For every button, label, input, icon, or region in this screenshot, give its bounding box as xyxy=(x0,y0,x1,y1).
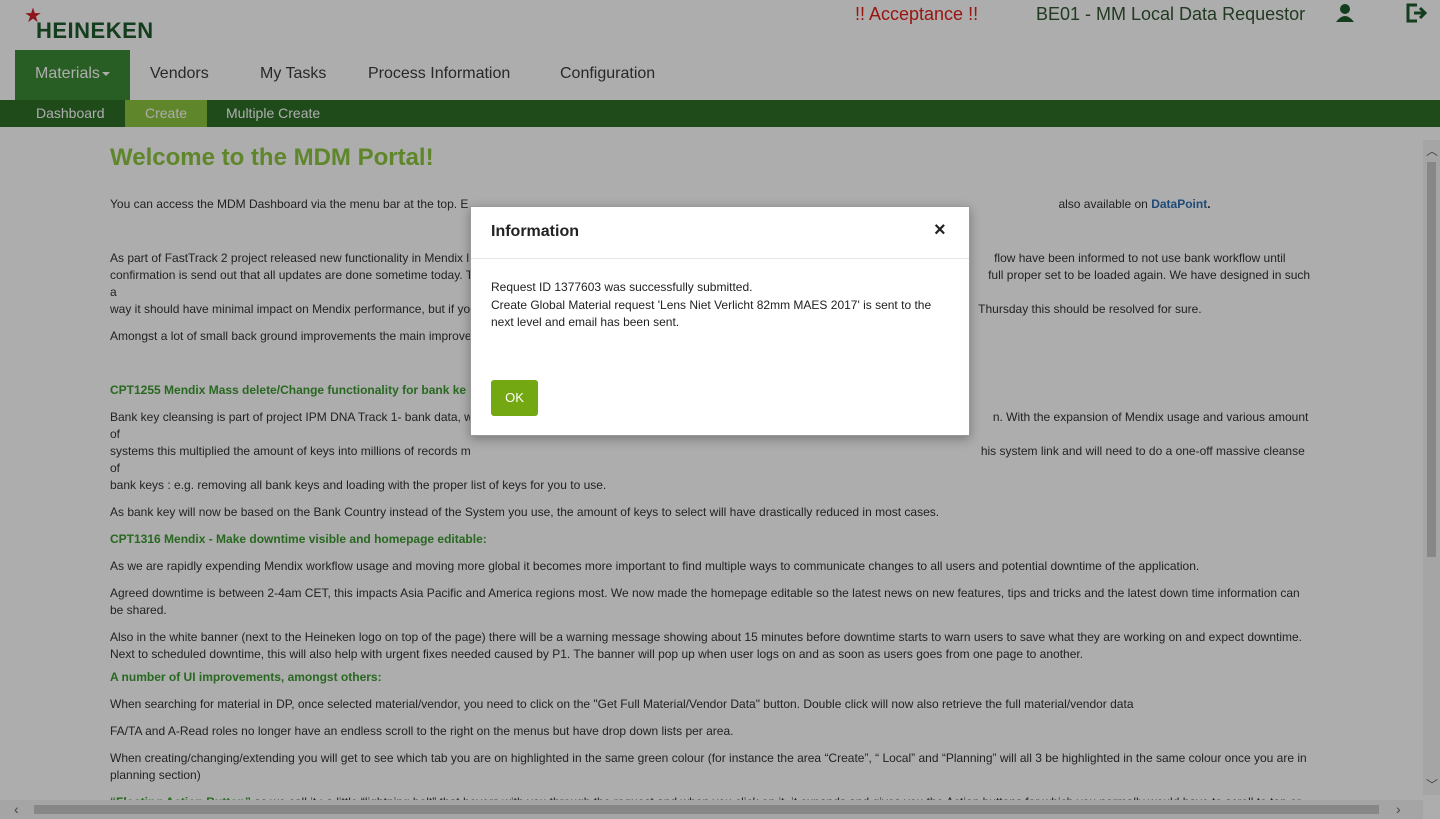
dialog-message-line-2: Create Global Material request 'Lens Nie… xyxy=(491,297,932,330)
ok-button[interactable]: OK xyxy=(491,380,538,416)
dialog-body: Request ID 1377603 was successfully subm… xyxy=(471,259,969,332)
close-icon[interactable]: × xyxy=(934,220,946,240)
dialog-message-line-1: Request ID 1377603 was successfully subm… xyxy=(491,280,753,294)
dialog-title: Information xyxy=(491,223,579,240)
information-dialog: Information × Request ID 1377603 was suc… xyxy=(470,206,970,436)
dialog-header: Information × xyxy=(471,207,969,259)
